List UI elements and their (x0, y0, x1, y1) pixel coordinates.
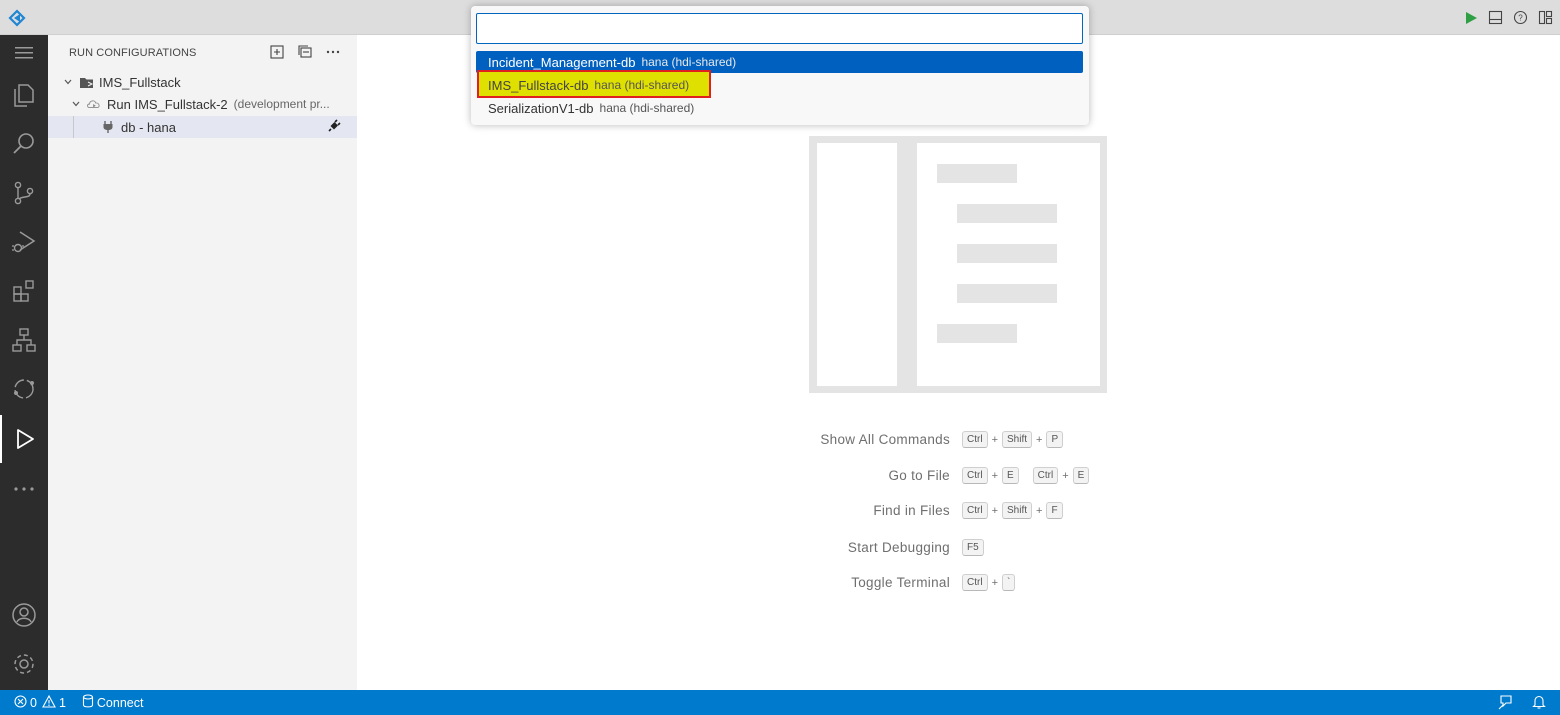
panel-icon[interactable] (1487, 9, 1504, 26)
run-configurations-view: RUN CONFIGURATIONS IMS_Fullstack Run IMS… (48, 35, 357, 690)
help-icon[interactable]: ? (1512, 9, 1529, 26)
notifications-bell-icon[interactable] (1532, 694, 1546, 713)
status-bar: 0 1 Connect (0, 690, 1560, 715)
key-separator: + (991, 433, 998, 446)
shortcut-toggle-terminal: Toggle Terminal Ctrl + ` (740, 573, 1140, 593)
connect-plug-icon[interactable] (327, 119, 341, 136)
shortcut-label: Show All Commands (820, 432, 950, 447)
key: E (1072, 467, 1090, 484)
cloud-icon[interactable] (0, 365, 48, 413)
shortcut-label: Start Debugging (847, 540, 950, 555)
key: Ctrl (962, 431, 988, 448)
key: E (1002, 467, 1019, 484)
tree-item-label: IMS_Fullstack (99, 74, 181, 90)
key: Shift (1002, 502, 1033, 519)
key: Ctrl (962, 574, 988, 591)
shortcut-find-in-files: Find in Files Ctrl + Shift + F (740, 501, 1140, 521)
menu-icon[interactable] (0, 35, 48, 71)
app-logo-icon[interactable] (7, 8, 27, 28)
key: Ctrl (962, 502, 988, 519)
key: Shift (1002, 431, 1033, 448)
editor-watermark-icon (809, 136, 1107, 393)
key-separator: + (991, 576, 998, 589)
error-icon (14, 694, 27, 711)
key: Ctrl (962, 467, 988, 484)
explorer-icon[interactable] (0, 71, 48, 119)
more-actions-icon[interactable] (325, 44, 341, 60)
run-configurations-icon[interactable] (0, 415, 48, 463)
feedback-icon[interactable] (1498, 694, 1514, 713)
key-separator: + (1036, 433, 1043, 446)
quick-pick-item-description: hana (hdi-shared) (594, 78, 690, 92)
tree-item-label: Run IMS_Fullstack-2 (107, 96, 228, 112)
more-icon[interactable] (0, 465, 48, 513)
search-icon[interactable] (0, 120, 48, 168)
activity-bar (0, 35, 48, 690)
shortcut-label: Find in Files (873, 503, 950, 518)
plug-icon (100, 119, 116, 135)
collapse-all-icon[interactable] (297, 44, 313, 60)
shortcut-show-all-commands: Show All Commands Ctrl + Shift + P (740, 430, 1140, 450)
quick-pick-item-label: SerializationV1-db (488, 100, 594, 116)
warning-count: 1 (58, 695, 66, 710)
key-separator: + (1036, 504, 1043, 517)
warning-icon (42, 694, 56, 711)
chevron-down-icon[interactable] (68, 96, 84, 112)
folder-icon (78, 74, 94, 90)
error-count: 0 (30, 695, 37, 710)
svg-text:?: ? (1518, 14, 1523, 23)
indent-guide (73, 116, 74, 138)
key: ` (1002, 574, 1016, 591)
cloud-run-icon (86, 96, 102, 112)
tree-item-label: db - hana (121, 119, 176, 135)
key: F (1046, 502, 1063, 519)
key-separator: + (991, 469, 998, 482)
key-separator: + (1062, 469, 1069, 482)
extensions-icon[interactable] (0, 267, 48, 315)
add-configuration-icon[interactable] (269, 44, 285, 60)
quick-pick-item-label: IMS_Fullstack-db (488, 77, 589, 93)
quick-pick-item-description: hana (hdi-shared) (599, 101, 695, 115)
tree-item-dependency[interactable]: db - hana (48, 116, 357, 138)
layout-icon[interactable] (1537, 9, 1554, 26)
key-separator: + (991, 504, 998, 517)
source-control-icon[interactable] (0, 169, 48, 217)
settings-icon[interactable] (0, 640, 48, 688)
problems-indicator[interactable]: 0 1 (14, 694, 66, 711)
quick-pick-item-description: hana (hdi-shared) (641, 55, 737, 69)
database-icon (82, 694, 94, 711)
shortcut-go-to-file: Go to File Ctrl + E Ctrl + E (740, 466, 1140, 486)
sidebar-title: RUN CONFIGURATIONS (69, 47, 197, 59)
shortcut-start-debugging: Start Debugging F5 (740, 538, 1140, 558)
quick-pick-item[interactable]: IMS_Fullstack-db hana (hdi-shared) (476, 74, 711, 96)
tree-item-run-configuration[interactable]: Run IMS_Fullstack-2 (development pr... (48, 93, 357, 115)
key: P (1046, 431, 1064, 448)
shortcut-label: Toggle Terminal (851, 575, 950, 590)
quick-pick-item[interactable]: SerializationV1-db hana (hdi-shared) (476, 97, 1083, 119)
run-debug-icon[interactable] (0, 218, 48, 266)
shortcut-label: Go to File (888, 468, 950, 483)
tree-item-description: (development pr... (233, 97, 330, 111)
run-icon[interactable] (1462, 9, 1479, 26)
key: Ctrl (1032, 467, 1059, 484)
quick-pick-item-label: Incident_Management-db (488, 54, 636, 70)
quick-pick-input[interactable] (476, 13, 1083, 44)
hierarchy-icon[interactable] (0, 316, 48, 364)
connect-status[interactable]: Connect (82, 694, 144, 711)
connect-label: Connect (96, 695, 144, 710)
account-icon[interactable] (0, 591, 48, 639)
tree-item-project[interactable]: IMS_Fullstack (48, 71, 357, 93)
key: F5 (962, 539, 984, 556)
chevron-down-icon[interactable] (60, 74, 76, 90)
